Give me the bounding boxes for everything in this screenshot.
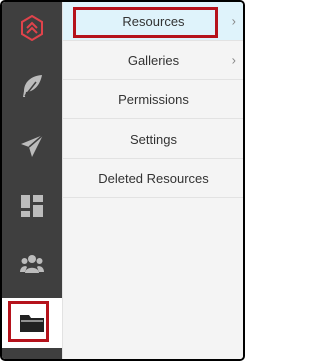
sidebar: [2, 2, 62, 359]
chevron-right-icon: ›: [231, 52, 236, 68]
menu-item-permissions[interactable]: Permissions: [63, 80, 243, 119]
feather-icon: [20, 73, 44, 99]
menu-item-label: Galleries: [127, 52, 180, 68]
logo-icon: [21, 15, 43, 41]
menu-item-label: Settings: [130, 131, 177, 147]
app-frame: Resources › Galleries › Permissions Sett…: [0, 0, 245, 361]
resources-highlight-box: [73, 7, 218, 38]
sidebar-item-users[interactable]: [2, 238, 62, 290]
paper-plane-icon: [20, 134, 44, 158]
menu-item-label: Deleted Resources: [98, 170, 209, 186]
chevron-right-icon: ›: [231, 13, 236, 29]
sidebar-item-content[interactable]: [2, 60, 62, 112]
sidebar-item-home[interactable]: [2, 2, 62, 54]
menu-item-deleted-resources[interactable]: Deleted Resources: [63, 159, 243, 198]
dashboard-icon: [21, 195, 43, 217]
folder-highlight-box: [8, 301, 49, 342]
menu-item-galleries[interactable]: Galleries ›: [63, 41, 243, 80]
users-icon: [20, 254, 44, 274]
sidebar-item-publish[interactable]: [2, 120, 62, 172]
menu-item-settings[interactable]: Settings: [63, 120, 243, 159]
resources-submenu: Resources › Galleries › Permissions Sett…: [62, 2, 243, 359]
sidebar-item-dashboard[interactable]: [2, 180, 62, 232]
menu-item-label: Permissions: [118, 91, 189, 107]
